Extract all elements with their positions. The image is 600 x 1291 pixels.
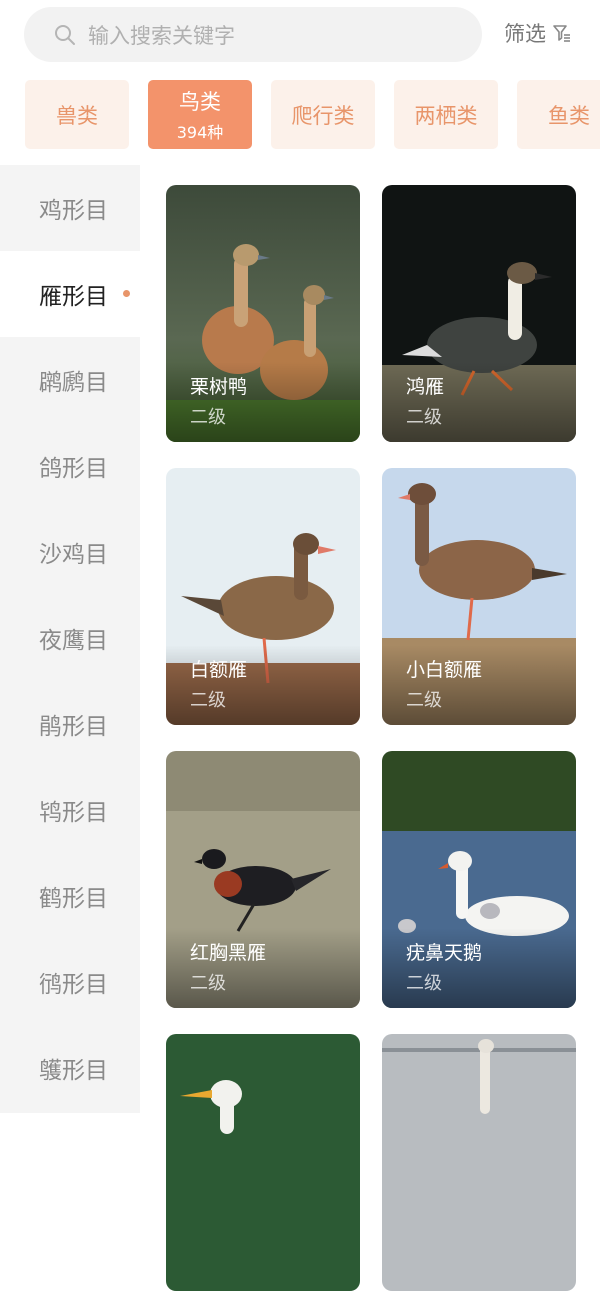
species-card[interactable] [382,1034,576,1291]
species-name: 疣鼻天鹅 [406,942,483,964]
search-input[interactable]: 输入搜索关键字 [24,7,482,62]
sidebar-item-label: 鸽形目 [39,456,108,482]
filter-icon [553,25,570,42]
sidebar-item[interactable]: 鹤形目 [0,853,140,939]
protection-level: 二级 [190,690,226,711]
protection-level: 二级 [406,407,442,428]
sidebar-item-active[interactable]: 雁形目 [0,251,140,337]
species-card[interactable]: 小白额雁 二级 [382,468,576,725]
species-card[interactable]: 栗树鸭 二级 [166,185,360,442]
sidebar-item-label: 沙鸡目 [39,542,108,568]
tab-mammals[interactable]: 兽类 [25,80,129,149]
species-card[interactable]: 鸿雁 二级 [382,185,576,442]
sidebar-item-label: 雁形目 [39,284,108,310]
tab-fish[interactable]: 鱼类 [517,80,600,149]
sidebar-item[interactable]: 䴙䴘目 [0,337,140,423]
search-row: 输入搜索关键字 筛选 [0,0,600,68]
sidebar-item-label: 夜鹰目 [39,628,108,654]
filter-label: 筛选 [504,22,546,46]
species-name: 栗树鸭 [190,376,248,398]
sidebar-item-label: 鹤形目 [39,886,108,912]
sidebar-item[interactable]: 鹱形目 [0,1025,140,1111]
search-placeholder: 输入搜索关键字 [88,23,235,48]
sidebar-item[interactable]: 鸽形目 [0,423,140,509]
species-name: 白额雁 [190,659,248,681]
species-card[interactable] [166,1034,360,1291]
search-icon [55,24,75,45]
order-sidebar: 鸡形目 雁形目 䴙䴘目 鸽形目 沙鸡目 夜鹰目 鹃形目 鸨形目 鹤形目 鸻形目 … [0,165,140,1113]
protection-level: 二级 [406,690,442,711]
protection-level: 二级 [190,973,226,994]
tab-label: 爬行类 [291,103,355,128]
sidebar-item[interactable]: 鸡形目 [0,165,140,251]
tab-label: 鱼类 [548,103,590,128]
tab-label: 鸟类 [179,90,221,114]
tab-amphibians[interactable]: 两栖类 [394,80,498,149]
sidebar-item[interactable]: 鸨形目 [0,767,140,853]
sidebar-item-label: 鸡形目 [39,198,108,224]
sidebar-item-label: 鸨形目 [39,800,108,826]
tab-count: 394种 [176,123,224,142]
sidebar-item[interactable]: 沙鸡目 [0,509,140,595]
sidebar-item-label: 䴙䴘目 [39,370,108,396]
species-name: 红胸黑雁 [190,942,267,964]
sidebar-item-label: 鹃形目 [39,714,108,740]
active-dot [123,290,130,297]
bird-photo [166,1034,360,1291]
tab-reptiles[interactable]: 爬行类 [271,80,375,149]
protection-level: 二级 [190,407,226,428]
sidebar-item[interactable]: 鹃形目 [0,681,140,767]
tab-birds[interactable]: 鸟类 394种 [148,80,252,149]
sidebar-item[interactable]: 鸻形目 [0,939,140,1025]
species-card[interactable]: 红胸黑雁 二级 [166,751,360,1008]
bird-photo [382,1034,576,1291]
species-card[interactable]: 疣鼻天鹅 二级 [382,751,576,1008]
protection-level: 二级 [406,973,442,994]
sidebar-item[interactable]: 夜鹰目 [0,595,140,681]
category-tabs: 兽类 鸟类 394种 爬行类 两栖类 鱼类 [0,80,600,150]
species-name: 鸿雁 [406,376,445,398]
sidebar-item-label: 鹱形目 [39,1058,108,1084]
species-card[interactable]: 白额雁 二级 [166,468,360,725]
filter-button[interactable]: 筛选 [504,18,572,48]
tab-label: 兽类 [56,103,98,128]
species-name: 小白额雁 [406,659,483,681]
tab-label: 两栖类 [414,103,478,128]
sidebar-item-label: 鸻形目 [39,972,108,998]
